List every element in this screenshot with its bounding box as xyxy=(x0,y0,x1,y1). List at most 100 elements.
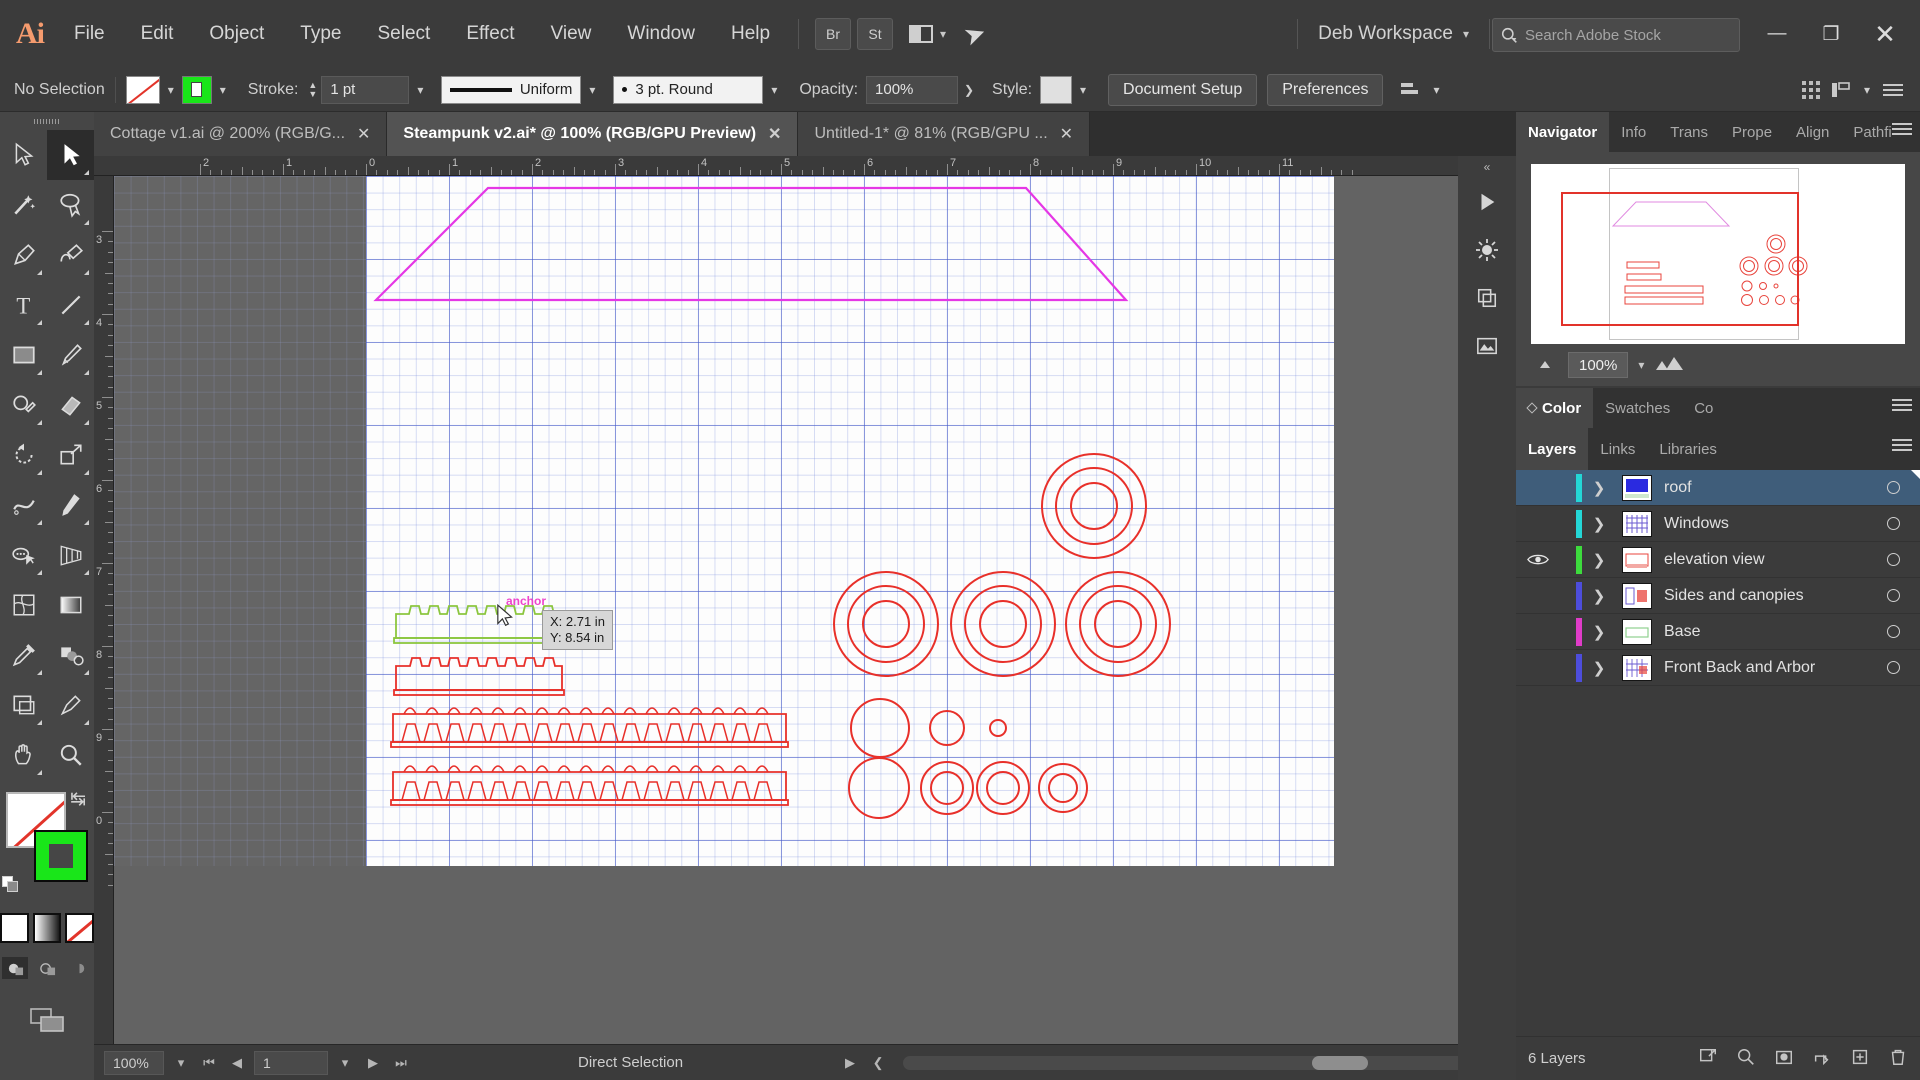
layer-row-sides-and-canopies[interactable]: ❯ Sides and canopies xyxy=(1516,578,1920,614)
style-chevron-down-icon[interactable]: ▾ xyxy=(1072,76,1094,104)
stroke-weight-chevron-down-icon[interactable]: ▾ xyxy=(409,76,431,104)
stroke-profile-chevron-down-icon[interactable]: ▾ xyxy=(581,76,603,104)
close-icon[interactable]: ✕ xyxy=(357,124,370,144)
layer-target-indicator[interactable] xyxy=(1866,589,1920,602)
tool-pen[interactable] xyxy=(0,230,47,280)
close-icon[interactable]: ✕ xyxy=(768,124,781,144)
toolbar-stroke-swatch[interactable] xyxy=(34,830,88,882)
layer-disclosure-icon[interactable]: ❯ xyxy=(1582,587,1616,605)
tool-magic-wand[interactable] xyxy=(0,180,47,230)
brush-definition-select[interactable]: 3 pt. Round xyxy=(613,75,764,104)
navigator-view-box[interactable] xyxy=(1561,192,1799,326)
layer-disclosure-icon[interactable]: ❯ xyxy=(1582,623,1616,641)
tool-free-transform[interactable] xyxy=(47,480,94,530)
layers-panel-menu-button[interactable] xyxy=(1892,439,1912,451)
roof-trapezoid-path[interactable] xyxy=(373,186,1129,302)
dock-icon-play[interactable] xyxy=(1458,178,1516,226)
tab-info[interactable]: Info xyxy=(1609,112,1658,152)
zoom-chevron-down-icon[interactable]: ▾ xyxy=(170,1055,192,1071)
zoom-out-mountain-icon[interactable] xyxy=(1538,356,1558,374)
search-input[interactable]: Search Adobe Stock xyxy=(1492,18,1740,52)
create-new-layer-icon[interactable] xyxy=(1850,1047,1870,1071)
layer-row-roof[interactable]: ❯ roof xyxy=(1516,470,1920,506)
tool-rotate[interactable] xyxy=(0,430,47,480)
gear-strip-4[interactable] xyxy=(390,765,789,806)
create-sublayer-icon[interactable] xyxy=(1812,1047,1832,1071)
tool-curvature[interactable] xyxy=(47,230,94,280)
bridge-icon[interactable]: Br xyxy=(815,18,852,50)
first-artboard-icon[interactable]: ⏮ xyxy=(198,1055,220,1071)
tool-gradient[interactable] xyxy=(47,580,94,630)
dock-expand-icon[interactable]: « xyxy=(1458,156,1516,178)
tab-properties[interactable]: Prope xyxy=(1720,112,1784,152)
menu-effect[interactable]: Effect xyxy=(448,0,532,68)
tab-layers[interactable]: Layers xyxy=(1516,428,1589,470)
layer-name-roof[interactable]: roof xyxy=(1658,479,1866,497)
release-to-layers-icon[interactable] xyxy=(1698,1047,1718,1071)
dock-icon-layers-stack[interactable] xyxy=(1458,274,1516,322)
tab-align[interactable]: Align xyxy=(1784,112,1841,152)
layer-disclosure-icon[interactable]: ❯ xyxy=(1582,551,1616,569)
control-panel-menu-button[interactable] xyxy=(1878,76,1908,104)
color-mode-flat[interactable] xyxy=(0,913,29,943)
tool-paintbrush[interactable] xyxy=(47,330,94,380)
artwork-svg[interactable] xyxy=(366,176,1334,866)
layer-name-windows[interactable]: Windows xyxy=(1658,515,1866,533)
navigator-preview[interactable] xyxy=(1531,164,1905,344)
align-options-button[interactable] xyxy=(1395,76,1425,104)
layer-disclosure-icon[interactable]: ❯ xyxy=(1582,659,1616,677)
workspace-switcher[interactable]: Deb Workspace ▾ xyxy=(1287,0,1500,68)
default-fill-stroke-icon[interactable] xyxy=(2,876,19,893)
stroke-profile-select[interactable]: Uniform xyxy=(441,75,582,104)
horizontal-scroll-thumb[interactable] xyxy=(1311,1055,1368,1070)
tool-shape-builder[interactable] xyxy=(0,530,47,580)
window-close-button[interactable]: ✕ xyxy=(1858,11,1912,57)
tool-type[interactable]: T xyxy=(0,280,47,330)
stroke-weight-stepper[interactable]: ▲ ▼ xyxy=(308,80,317,99)
menu-help[interactable]: Help xyxy=(713,0,788,68)
gear-strip-2[interactable] xyxy=(393,657,565,696)
tool-zoom[interactable] xyxy=(47,730,94,780)
layer-target-indicator[interactable] xyxy=(1866,661,1920,674)
artboard-number-field[interactable]: 1 xyxy=(254,1050,328,1075)
tab-color[interactable]: Color xyxy=(1516,388,1594,428)
previous-artboard-icon[interactable]: ◀ xyxy=(226,1055,248,1071)
delete-layer-icon[interactable] xyxy=(1888,1047,1908,1071)
tab-color-guide[interactable]: Co xyxy=(1682,388,1725,428)
tab-navigator[interactable]: Navigator xyxy=(1516,112,1610,152)
menu-edit[interactable]: Edit xyxy=(123,0,192,68)
dock-icon-sun[interactable] xyxy=(1458,226,1516,274)
layer-row-base[interactable]: ❯ Base xyxy=(1516,614,1920,650)
status-back-icon[interactable]: ❮ xyxy=(867,1055,889,1071)
tool-lasso[interactable] xyxy=(47,180,94,230)
zoom-in-mountain-icon[interactable] xyxy=(1654,355,1684,376)
menu-object[interactable]: Object xyxy=(191,0,282,68)
document-tab-cottage[interactable]: Cottage v1.ai @ 200% (RGB/G... ✕ xyxy=(94,112,388,156)
document-tab-untitled[interactable]: Untitled-1* @ 81% (RGB/GPU ... ✕ xyxy=(798,112,1091,156)
menu-window[interactable]: Window xyxy=(609,0,713,68)
navigator-zoom-field[interactable]: 100% xyxy=(1568,352,1629,378)
concentric-circle-group[interactable] xyxy=(833,453,1171,819)
status-menu-icon[interactable]: ▶ xyxy=(839,1055,861,1071)
color-panel-menu-button[interactable] xyxy=(1892,399,1912,411)
menu-select[interactable]: Select xyxy=(360,0,449,68)
layer-name-sides-and-canopies[interactable]: Sides and canopies xyxy=(1658,587,1866,605)
color-mode-gradient[interactable] xyxy=(32,913,62,943)
layer-target-indicator[interactable] xyxy=(1866,625,1920,638)
graphic-style-swatch[interactable] xyxy=(1040,75,1073,104)
layer-target-indicator[interactable] xyxy=(1866,481,1920,494)
next-artboard-icon[interactable]: ▶ xyxy=(362,1055,384,1071)
brush-chevron-down-icon[interactable]: ▾ xyxy=(763,76,785,104)
stroke-chevron-down-icon[interactable]: ▾ xyxy=(212,76,234,104)
align-chevron-down-icon[interactable]: ▾ xyxy=(1425,76,1447,104)
tool-scale[interactable] xyxy=(47,430,94,480)
document-setup-button[interactable]: Document Setup xyxy=(1108,73,1258,106)
tab-links[interactable]: Links xyxy=(1588,428,1647,470)
arrange-panel-button[interactable] xyxy=(1826,76,1856,104)
document-tab-steampunk[interactable]: Steampunk v2.ai* @ 100% (RGB/GPU Preview… xyxy=(387,112,799,156)
swap-fill-stroke-icon[interactable]: ↹ xyxy=(70,788,86,811)
menu-view[interactable]: View xyxy=(533,0,610,68)
make-clipping-mask-icon[interactable] xyxy=(1774,1047,1794,1071)
tool-line-segment[interactable] xyxy=(47,280,94,330)
tool-blend[interactable] xyxy=(47,630,94,680)
